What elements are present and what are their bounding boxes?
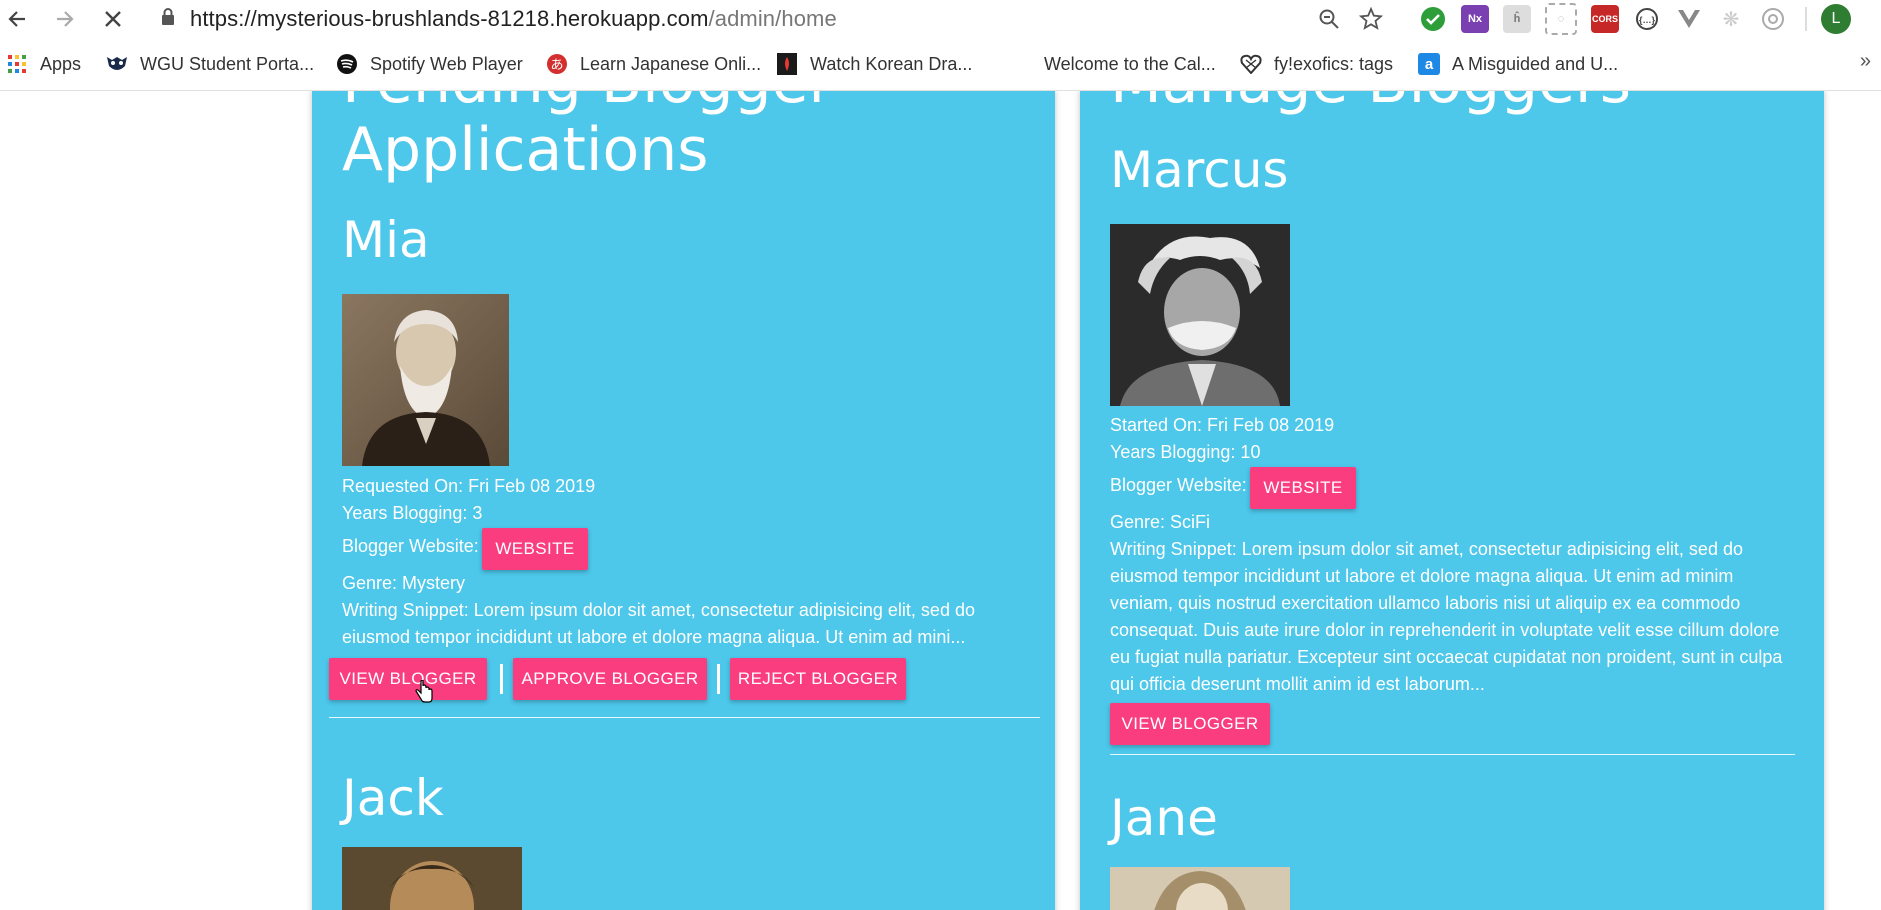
address-bar[interactable]: https://mysterious-brushlands-81218.hero… <box>160 4 837 34</box>
view-blogger-button[interactable]: VIEW BLOGGER <box>329 658 487 700</box>
amazon-icon: a <box>1418 53 1440 75</box>
drama-site-icon <box>776 53 798 75</box>
japanese-site-icon: あ <box>546 53 568 75</box>
button-separator <box>717 664 720 694</box>
bookmark-label: fy!exofics: tags <box>1274 53 1394 74</box>
star-icon[interactable] <box>1357 5 1385 33</box>
avatar-letter: L <box>1831 10 1841 27</box>
vue-icon[interactable] <box>1675 5 1703 33</box>
bookmark-label: A Misguided and U... <box>1452 53 1619 74</box>
svg-text:あ: あ <box>550 58 563 73</box>
reject-blogger-button[interactable]: REJECT BLOGGER <box>730 658 906 700</box>
forward-arrow-icon <box>57 11 74 27</box>
bookmarks-overflow-icon[interactable]: » <box>1860 50 1871 73</box>
blogger-photo <box>1110 867 1290 910</box>
bookmark-label: Watch Korean Dra... <box>810 53 973 74</box>
writing-snippet: Writing Snippet: Lorem ipsum dolor sit a… <box>1110 539 1783 694</box>
bookmark-label: WGU Student Porta... <box>140 53 315 74</box>
approve-blogger-button[interactable]: APPROVE BLOGGER <box>513 658 707 700</box>
hand-pointer-icon <box>415 679 433 709</box>
green-check-icon[interactable] <box>1419 5 1447 33</box>
genre: Genre: SciFi <box>1110 512 1211 532</box>
blogger-name: Jane <box>1110 789 1218 847</box>
lock-icon <box>160 7 176 32</box>
blogger-name: Marcus <box>1110 141 1289 199</box>
onenote-icon[interactable]: Nx <box>1461 5 1489 33</box>
view-blogger-button[interactable]: VIEW BLOGGER <box>1110 703 1270 745</box>
profile-avatar[interactable]: L <box>1821 4 1851 34</box>
bookmark-welcome[interactable]: Welcome to the Cal... <box>1044 50 1216 78</box>
extension-icon[interactable]: {…} <box>1633 5 1661 33</box>
bookmark-label: Apps <box>40 53 82 74</box>
blogger-photo <box>1110 224 1290 406</box>
extension-icon[interactable]: ĥ <box>1503 5 1531 33</box>
cors-icon[interactable]: CORS <box>1591 5 1619 33</box>
url-path: /admin/home <box>708 6 837 31</box>
bookmark-korean-drama[interactable]: Watch Korean Dra... <box>776 50 972 78</box>
writing-snippet: Writing Snippet: Lorem ipsum dolor sit a… <box>342 600 975 647</box>
bookmark-label: Learn Japanese Onli... <box>580 53 762 74</box>
spotify-icon <box>336 53 358 75</box>
owl-icon <box>106 53 128 75</box>
bookmark-label: Spotify Web Player <box>370 53 523 74</box>
entry-divider <box>1110 754 1795 755</box>
bookmark-misguided[interactable]: a A Misguided and U... <box>1418 50 1618 78</box>
website-button[interactable]: WEBSITE <box>1250 467 1356 509</box>
website-button[interactable]: WEBSITE <box>482 528 588 570</box>
back-arrow-icon <box>8 11 25 27</box>
bookmark-exofics[interactable]: fy!exofics: tags <box>1240 50 1393 78</box>
bookmark-spotify[interactable]: Spotify Web Player <box>336 50 523 78</box>
apps-grid-icon <box>6 53 28 75</box>
genre: Genre: Mystery <box>342 573 466 593</box>
manage-bloggers-panel: Manage Bloggers Marcus Started On: Fri F… <box>1080 91 1824 910</box>
blogger-photo <box>342 294 509 466</box>
bookmark-apps[interactable]: Apps <box>6 50 81 78</box>
requested-on: Requested On: Fri Feb 08 2019 <box>342 476 596 496</box>
blogger-name: Mia <box>342 211 430 269</box>
forward-button[interactable] <box>50 4 80 34</box>
close-icon <box>105 11 121 27</box>
cors-label: CORS <box>1591 14 1618 24</box>
url-text: https://mysterious-brushlands-81218.hero… <box>190 6 837 32</box>
stop-loading-button[interactable] <box>98 4 128 34</box>
website-label: Blogger Website: <box>342 536 479 556</box>
panel-heading: Applications <box>342 115 709 185</box>
back-button[interactable] <box>2 4 32 34</box>
heart-icon <box>1240 53 1262 75</box>
started-on: Started On: Fri Feb 08 2019 <box>1110 415 1335 435</box>
toolbar-icons: Nx ĥ ◌ CORS {…} ❋ L <box>1315 3 1851 35</box>
years-blogging: Years Blogging: 3 <box>342 503 483 523</box>
button-separator <box>500 664 503 694</box>
bookmark-learn-japanese[interactable]: あ Learn Japanese Onli... <box>546 50 761 78</box>
blogger-photo <box>342 847 522 910</box>
bookmark-label: Welcome to the Cal... <box>1044 53 1216 74</box>
nx-label: Nx <box>1467 13 1483 25</box>
entry-divider <box>329 717 1040 718</box>
panel-heading: Manage Bloggers <box>1110 91 1631 117</box>
search-zoom-icon[interactable] <box>1315 5 1343 33</box>
page-viewport: Pending Blogger Applications Mia Request… <box>0 91 1881 910</box>
svg-text:{…}: {…} <box>1639 15 1656 25</box>
extension-icon[interactable] <box>1759 5 1787 33</box>
years-blogging: Years Blogging: 10 <box>1110 442 1261 462</box>
panel-heading-top: Pending Blogger <box>342 91 833 117</box>
extension-icon[interactable]: ◌ <box>1545 3 1577 35</box>
bookmark-wgu[interactable]: WGU Student Porta... <box>106 50 314 78</box>
url-main: https://mysterious-brushlands-81218.hero… <box>190 6 709 31</box>
website-label: Blogger Website: <box>1110 475 1247 495</box>
svg-text:a: a <box>1425 56 1434 73</box>
browser-toolbar: https://mysterious-brushlands-81218.hero… <box>0 0 1881 38</box>
blogger-name: Jack <box>342 769 444 827</box>
bookmarks-bar: Apps WGU Student Porta... Spotify Web Pl… <box>0 38 1881 91</box>
extension-icon[interactable]: ❋ <box>1717 5 1745 33</box>
toolbar-divider <box>1805 7 1807 31</box>
pending-applications-panel: Pending Blogger Applications Mia Request… <box>312 91 1055 910</box>
